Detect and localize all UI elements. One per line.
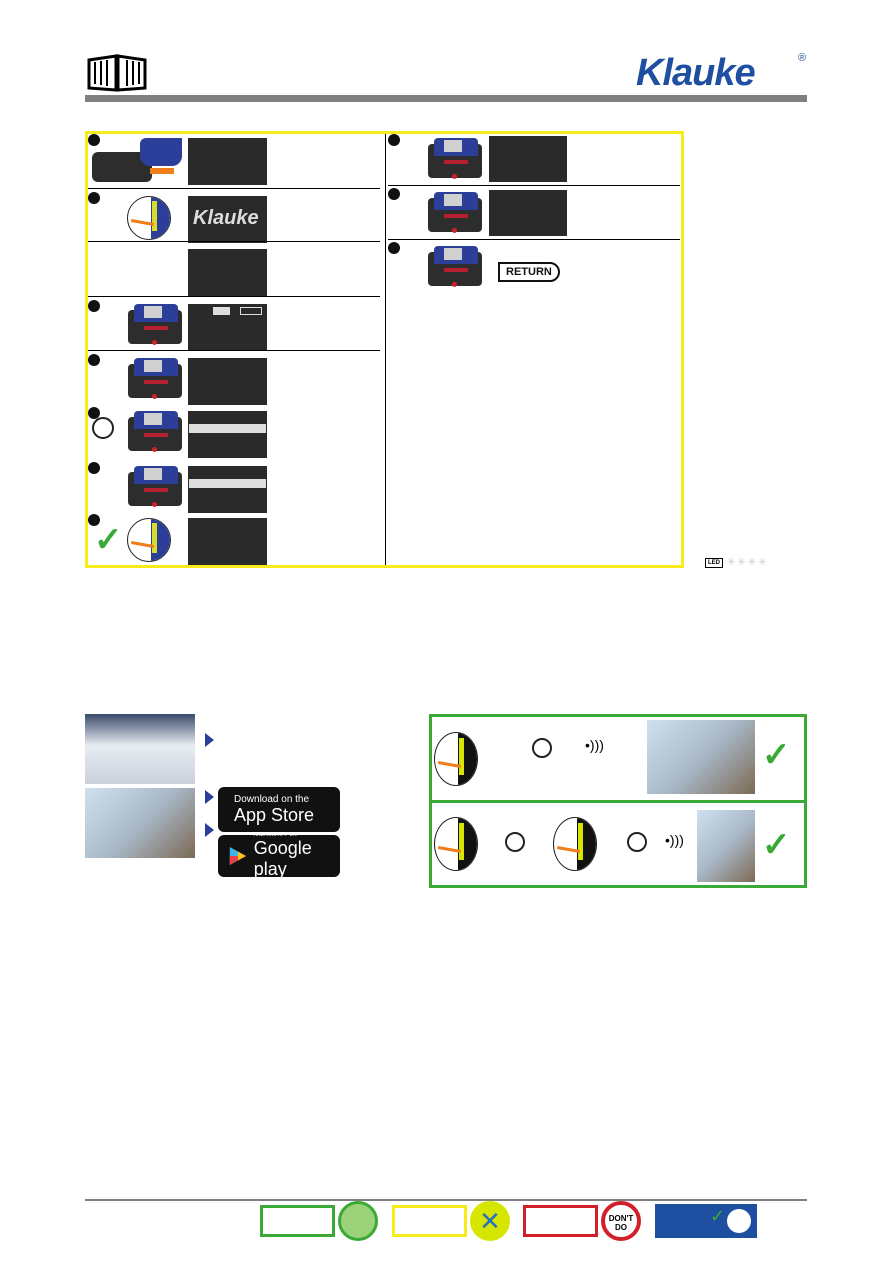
legend-yellow-box (392, 1205, 467, 1237)
tool-button-press-image (128, 411, 182, 452)
display-logo: Klauke (193, 207, 259, 229)
footer-divider (85, 1199, 807, 1201)
led-legend: LED ✳✳✳✳ (705, 557, 769, 568)
tool-head-image (140, 138, 182, 166)
display-highlight-bar (189, 424, 266, 433)
app-store-button[interactable]: Download on the App Store (218, 787, 340, 832)
registered-mark: ® (798, 52, 807, 64)
display-status-box (213, 307, 230, 315)
smartphone-app-image (647, 720, 755, 794)
display-screen (489, 190, 567, 236)
google-play-button[interactable]: ANDROID APP ON Google play (218, 832, 340, 879)
arrow-right-icon (205, 823, 214, 837)
lens-indicator-icon (127, 196, 171, 240)
step-number-bullet (88, 134, 100, 146)
appstore-small-text: Download on the (234, 793, 310, 805)
stopwatch-icon (627, 832, 647, 852)
led-flashlight-icon: LED (705, 557, 723, 568)
display-screen (188, 518, 267, 565)
display-screen (188, 138, 267, 185)
lens-indicator-icon (434, 732, 478, 786)
header-divider (85, 95, 807, 102)
legend-blue-box: ✓ (655, 1204, 757, 1238)
step-number-bullet (88, 192, 100, 204)
step-number-bullet (88, 462, 100, 474)
row-divider (88, 241, 380, 242)
step-number-bullet (88, 354, 100, 366)
appstore-big-text: App Store (234, 804, 315, 825)
column-divider (385, 134, 386, 565)
tool-button-press-image (428, 246, 482, 287)
row-divider (388, 185, 680, 186)
klauke-logo: Klauke (636, 52, 756, 94)
return-icon: RETURN (498, 262, 560, 282)
lens-indicator-icon (553, 817, 597, 871)
tool-button-press-image (128, 466, 182, 507)
manual-book-icon (86, 52, 148, 92)
arrow-right-icon (205, 790, 214, 804)
stopwatch-icon (532, 738, 552, 758)
row-divider (388, 239, 680, 240)
checkmark-icon: ✓ (762, 736, 791, 774)
checkmark-icon: ✓ (710, 1206, 726, 1226)
stopwatch-icon (505, 832, 525, 852)
lens-indicator-icon (127, 518, 171, 562)
led-blink-icon: ✳✳✳✳ (727, 557, 769, 568)
battery-icon (240, 307, 262, 315)
legend-green-box (260, 1205, 335, 1237)
display-screen (188, 249, 267, 296)
display-highlight-bar (189, 479, 266, 488)
stopwatch-icon (92, 417, 114, 439)
wireless-transfer-icon: •))) (665, 832, 684, 848)
smartphone-app-image (85, 788, 195, 858)
read-manual-icon (727, 1209, 751, 1233)
tools-icon: ✕ (470, 1201, 510, 1241)
display-screen (188, 411, 267, 458)
display-screen (489, 136, 567, 182)
google-play-icon (229, 847, 246, 865)
step-number-bullet (388, 188, 400, 200)
step-number-bullet (388, 134, 400, 146)
dont-do-icon: DON'T DO (601, 1201, 641, 1241)
display-screen (188, 304, 267, 351)
row-divider (88, 350, 380, 351)
smartphone-app-image (697, 810, 755, 882)
display-screen (188, 466, 267, 513)
row-divider (88, 296, 380, 297)
tool-button-press-image (428, 192, 482, 233)
arrow-right-icon (205, 733, 214, 747)
checkmark-icon: ✓ (94, 521, 123, 559)
step-number-bullet (388, 242, 400, 254)
checkmark-icon: ✓ (762, 826, 791, 864)
legend-red-box (523, 1205, 598, 1237)
tool-button-press-image (428, 138, 482, 179)
display-screen (188, 358, 267, 405)
arrow-right-icon (150, 168, 174, 174)
lens-indicator-icon (434, 817, 478, 871)
row-divider (88, 188, 380, 189)
worker-icon (338, 1201, 378, 1241)
wireless-transfer-icon: •))) (585, 737, 604, 753)
laptop-website-image (85, 714, 195, 784)
display-screen: Klauke (188, 196, 267, 243)
tool-button-press-image (128, 358, 182, 399)
googleplay-big-text: Google play (253, 838, 312, 879)
step-number-bullet (88, 300, 100, 312)
tool-button-press-image (128, 304, 182, 345)
